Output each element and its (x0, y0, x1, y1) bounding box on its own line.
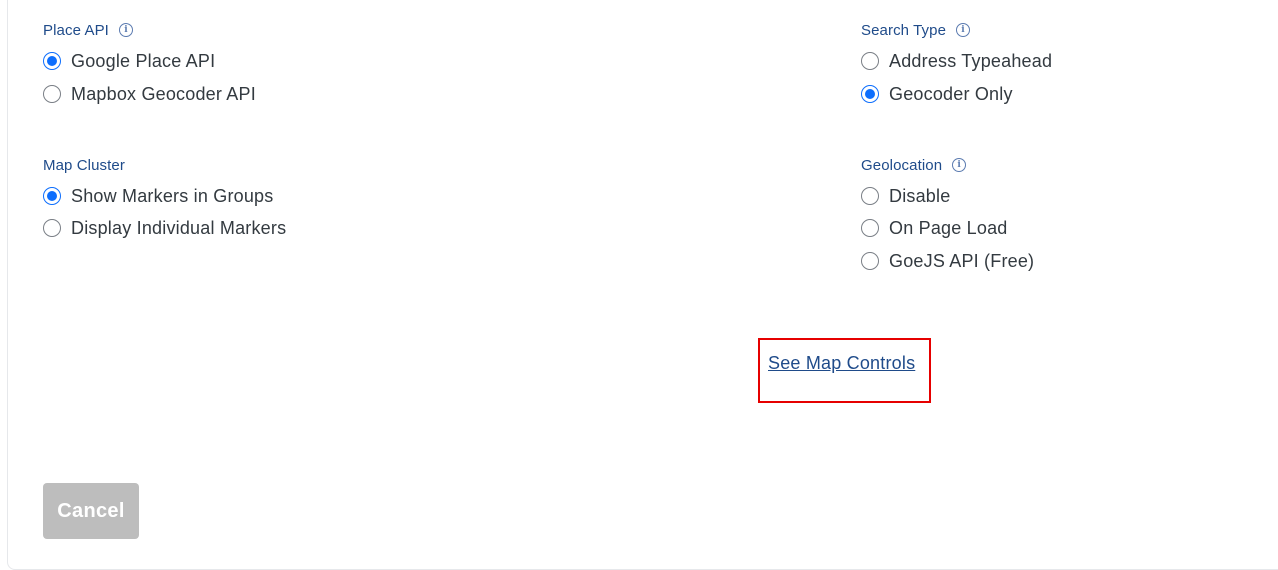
map-cluster-label: Map Cluster (43, 155, 125, 175)
search-type-group: Search Type i (861, 20, 971, 40)
option-label: On Page Load (889, 217, 1008, 238)
place-api-option-google[interactable]: Google Place API (43, 49, 215, 73)
geolocation-label: Geolocation i (861, 155, 967, 175)
search-type-label: Search Type i (861, 20, 971, 40)
place-api-group: Place API i (43, 20, 133, 40)
geolocation-option-on-page-load[interactable]: On Page Load (861, 216, 1008, 240)
radio-geocoder-only[interactable] (861, 85, 879, 103)
geolocation-label-text: Geolocation (861, 156, 943, 174)
option-label: GoeJS API (Free) (889, 250, 1035, 271)
option-label: Address Typeahead (889, 50, 1053, 71)
cancel-button[interactable]: Cancel (43, 483, 139, 539)
place-api-label-text: Place API (43, 21, 109, 39)
option-label: Show Markers in Groups (71, 185, 274, 206)
map-cluster-group: Map Cluster (43, 155, 125, 175)
radio-disable[interactable] (861, 187, 879, 205)
option-label: Mapbox Geocoder API (71, 83, 256, 104)
info-icon[interactable]: i (952, 158, 967, 172)
radio-display-individual-markers[interactable] (43, 219, 61, 237)
radio-google-place-api[interactable] (43, 52, 61, 70)
radio-on-page-load[interactable] (861, 219, 879, 237)
radio-goejs-api[interactable] (861, 252, 879, 270)
option-label: Display Individual Markers (71, 217, 287, 238)
info-icon[interactable]: i (956, 23, 971, 37)
geolocation-group: Geolocation i (861, 155, 967, 175)
map-cluster-label-text: Map Cluster (43, 156, 125, 174)
geolocation-option-goejs-api[interactable]: GoeJS API (Free) (861, 249, 1034, 273)
place-api-option-mapbox[interactable]: Mapbox Geocoder API (43, 82, 256, 106)
info-icon[interactable]: i (118, 23, 133, 37)
option-label: Disable (889, 185, 951, 206)
place-api-label: Place API i (43, 20, 133, 40)
option-label: Geocoder Only (889, 83, 1013, 104)
search-type-label-text: Search Type (861, 21, 947, 39)
radio-address-typeahead[interactable] (861, 52, 879, 70)
option-label: Google Place API (71, 50, 216, 71)
map-cluster-option-individual[interactable]: Display Individual Markers (43, 216, 286, 240)
see-map-controls-link[interactable]: See Map Controls (768, 353, 915, 374)
search-type-option-address-typeahead[interactable]: Address Typeahead (861, 49, 1052, 73)
geolocation-option-disable[interactable]: Disable (861, 184, 950, 208)
radio-show-markers-in-groups[interactable] (43, 187, 61, 205)
radio-mapbox-geocoder-api[interactable] (43, 85, 61, 103)
search-type-option-geocoder-only[interactable]: Geocoder Only (861, 82, 1013, 106)
map-cluster-option-groups[interactable]: Show Markers in Groups (43, 184, 273, 208)
